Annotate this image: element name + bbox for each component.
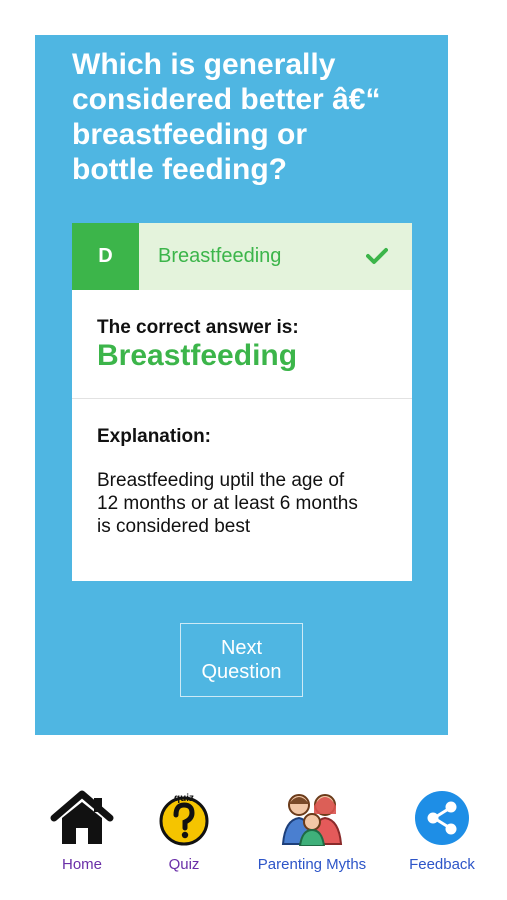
tab-parenting-myths-label: Parenting Myths <box>257 856 367 873</box>
choice-text: Breastfeeding <box>158 245 282 267</box>
svg-text:quiz: quiz <box>174 793 194 804</box>
bottom-tab-bar: Home quiz Quiz Parenting Myths Feedback <box>0 780 507 900</box>
tab-feedback-label: Feedback <box>409 856 475 873</box>
next-button-line: Next <box>220 637 263 659</box>
explanation-line: is considered best <box>97 516 251 537</box>
correct-answer-value: Breastfeeding <box>97 339 298 372</box>
question-text: Which is generally considered better â€“… <box>72 47 432 187</box>
tab-home[interactable]: Home <box>47 790 117 873</box>
quiz-question-icon: quiz <box>159 793 209 846</box>
explanation-heading: Explanation: <box>97 426 212 447</box>
explanation-line: Breastfeeding uptil the age of <box>97 470 345 491</box>
choice-letter: D <box>72 223 139 290</box>
explanation-text: Breastfeeding uptil the age of 12 months… <box>97 469 397 538</box>
share-icon <box>415 791 469 845</box>
tab-quiz[interactable]: quiz Quiz <box>150 790 218 873</box>
tab-quiz-label: Quiz <box>168 856 200 873</box>
explanation-line: 12 months or at least 6 months <box>97 493 358 514</box>
next-button-line: Question <box>201 661 282 683</box>
question-line: bottle feeding? <box>72 153 287 186</box>
answer-panel: D Breastfeeding The correct answer is: B… <box>72 223 412 581</box>
quiz-card: Which is generally considered better â€“… <box>35 35 448 735</box>
question-line: considered better â€“ <box>72 83 381 116</box>
tab-home-label: Home <box>61 856 102 873</box>
question-line: Which is generally <box>72 48 336 81</box>
tab-parenting-myths[interactable]: Parenting Myths <box>250 790 374 873</box>
checkmark-icon <box>366 248 388 264</box>
tab-feedback[interactable]: Feedback <box>404 790 480 873</box>
house-icon <box>50 790 114 844</box>
correct-answer-label: The correct answer is: <box>97 317 299 338</box>
result-block: The correct answer is: Breastfeeding <box>72 290 412 399</box>
next-question-button[interactable]: Next Question <box>180 623 303 697</box>
family-icon <box>281 794 343 846</box>
selected-choice-row: D Breastfeeding <box>72 223 412 290</box>
question-line: breastfeeding or <box>72 118 308 151</box>
